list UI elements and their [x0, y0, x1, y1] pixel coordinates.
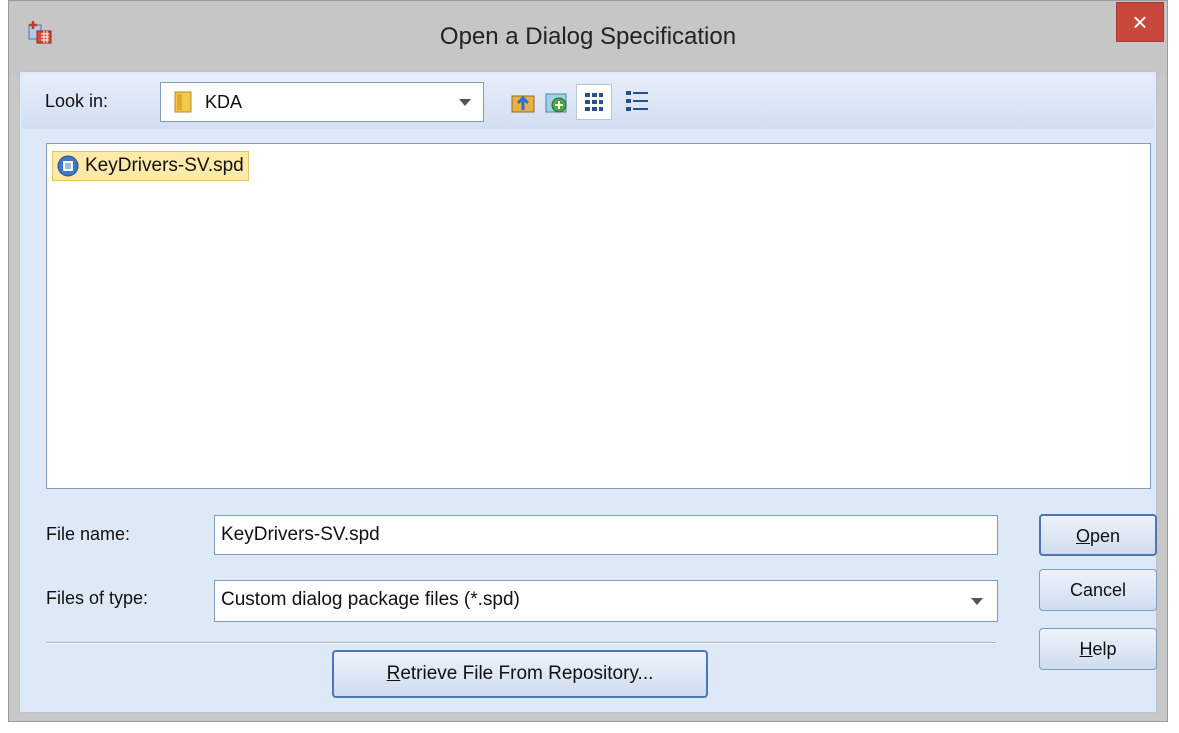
details-view-icon[interactable] — [624, 88, 650, 116]
list-item[interactable]: KeyDrivers-SV.spd — [52, 151, 249, 181]
filetype-select[interactable]: Custom dialog package files (*.spd) — [214, 580, 998, 622]
up-folder-icon[interactable] — [510, 88, 536, 116]
divider — [46, 642, 996, 644]
filetype-value: Custom dialog package files (*.spd) — [221, 589, 520, 610]
filetype-label: Files of type: — [46, 588, 149, 608]
cancel-button[interactable]: Cancel — [1039, 569, 1157, 611]
dialog-client-area: Look in: KDA KeyDrivers-SV.spd File name… — [19, 71, 1157, 713]
open-dialog-window: Open a Dialog Specification × Look in: K… — [8, 0, 1168, 722]
close-icon: × — [1132, 7, 1148, 37]
filename-label: File name: — [46, 524, 131, 544]
open-button[interactable]: Open — [1039, 514, 1157, 556]
chevron-down-icon — [971, 598, 983, 605]
folder-icon — [174, 91, 192, 113]
retrieve-from-repository-button[interactable]: Retrieve File From Repository... — [332, 650, 708, 698]
file-list[interactable]: KeyDrivers-SV.spd — [46, 143, 1151, 489]
list-view-icon — [585, 93, 603, 111]
filename-input[interactable]: KeyDrivers-SV.spd — [214, 515, 998, 555]
file-name: KeyDrivers-SV.spd — [85, 155, 244, 176]
spd-file-icon — [57, 155, 79, 177]
new-folder-icon[interactable] — [544, 88, 570, 116]
close-button[interactable]: × — [1116, 2, 1164, 42]
list-view-button[interactable] — [576, 84, 612, 120]
chevron-down-icon — [459, 99, 471, 106]
title-bar[interactable]: Open a Dialog Specification × — [9, 1, 1167, 76]
window-title: Open a Dialog Specification — [439, 23, 737, 50]
lookin-dropdown[interactable]: KDA — [160, 82, 484, 122]
lookin-label: Look in: — [45, 91, 109, 111]
help-button[interactable]: Help — [1039, 628, 1157, 670]
lookin-value: KDA — [205, 92, 243, 112]
lookin-dropdown-button[interactable] — [447, 83, 483, 121]
